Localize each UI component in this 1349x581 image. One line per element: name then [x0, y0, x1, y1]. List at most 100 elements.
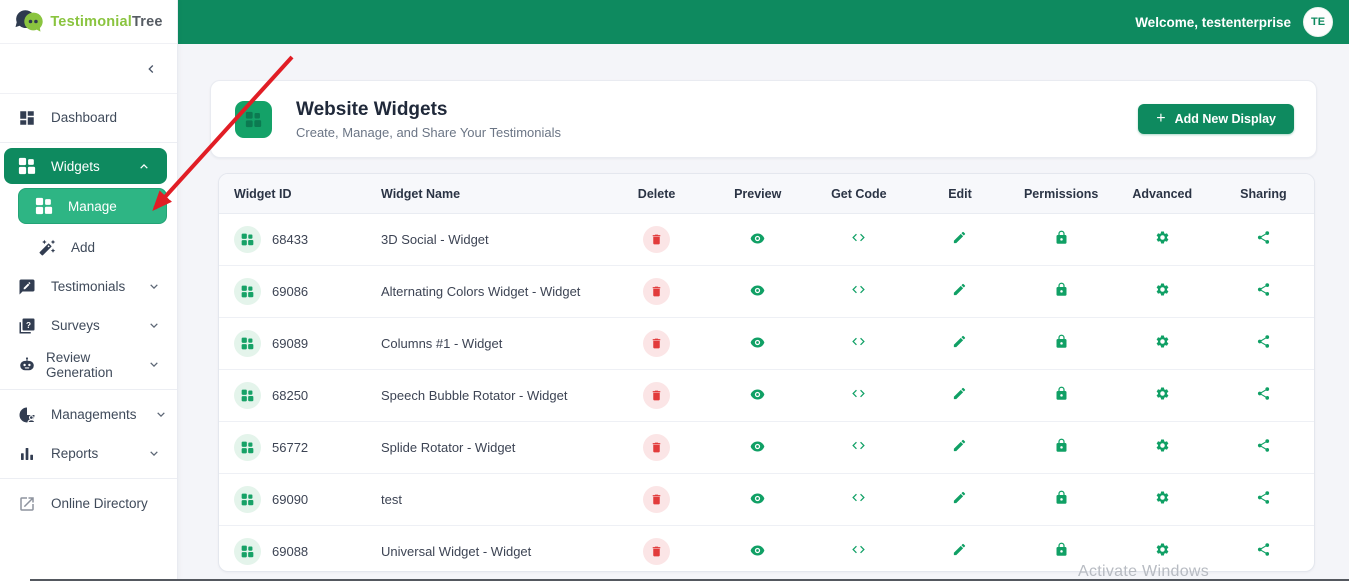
add-new-display-button[interactable]: + Add New Display — [1138, 104, 1294, 134]
sharing-button[interactable] — [1256, 334, 1271, 349]
main-content: Website Widgets Create, Manage, and Shar… — [178, 44, 1349, 581]
sharing-button[interactable] — [1256, 438, 1271, 453]
get-code-button[interactable] — [851, 438, 866, 453]
advanced-button[interactable] — [1155, 230, 1170, 245]
preview-button[interactable] — [750, 389, 765, 400]
widget-name: Columns #1 - Widget — [381, 336, 503, 351]
permissions-button[interactable] — [1054, 438, 1069, 453]
permissions-button[interactable] — [1054, 542, 1069, 557]
delete-button[interactable] — [643, 486, 671, 513]
sharing-button[interactable] — [1256, 282, 1271, 297]
sidebar-nav: Dashboard Widgets Manage Add Testimonial… — [0, 94, 177, 523]
sidebar-item-surveys[interactable]: Surveys — [0, 306, 177, 345]
edit-button[interactable] — [952, 438, 967, 453]
eye-icon — [750, 233, 765, 244]
permissions-button[interactable] — [1054, 334, 1069, 349]
permissions-button[interactable] — [1054, 282, 1069, 297]
widget-icon — [234, 278, 261, 305]
get-code-button[interactable] — [851, 230, 866, 245]
preview-button[interactable] — [750, 337, 765, 348]
eye-icon — [750, 441, 765, 452]
chevron-left-icon[interactable] — [143, 61, 159, 77]
table-row: 69086 Alternating Colors Widget - Widget — [219, 266, 1314, 318]
sidebar-item-testimonials[interactable]: Testimonials — [0, 267, 177, 306]
sharing-button[interactable] — [1256, 542, 1271, 557]
sidebar-item-manage[interactable]: Manage — [18, 188, 167, 224]
advanced-button[interactable] — [1155, 542, 1170, 557]
delete-button[interactable] — [643, 226, 671, 253]
sharing-button[interactable] — [1256, 230, 1271, 245]
column-header-delete: Delete — [637, 186, 676, 201]
advanced-button[interactable] — [1155, 334, 1170, 349]
gear-icon — [1155, 542, 1170, 557]
delete-button[interactable] — [643, 330, 671, 357]
sidebar-item-widgets[interactable]: Widgets — [4, 148, 167, 184]
delete-button[interactable] — [643, 382, 671, 409]
lock-icon — [1054, 282, 1069, 297]
table-row: 68250 Speech Bubble Rotator - Widget — [219, 370, 1314, 422]
edit-button[interactable] — [952, 542, 967, 557]
column-header-get-code: Get Code — [831, 186, 887, 201]
page-header-text: Website Widgets Create, Manage, and Shar… — [296, 98, 561, 140]
trash-icon — [650, 441, 663, 454]
sharing-button[interactable] — [1256, 490, 1271, 505]
column-header-advanced: Advanced — [1132, 186, 1193, 201]
share-icon — [1256, 438, 1271, 453]
get-code-button[interactable] — [851, 542, 866, 557]
sidebar-item-label: Surveys — [51, 318, 100, 333]
gear-icon — [1155, 490, 1170, 505]
permissions-button[interactable] — [1054, 386, 1069, 401]
delete-button[interactable] — [643, 538, 671, 565]
page-title: Website Widgets — [296, 99, 448, 121]
page-header-card: Website Widgets Create, Manage, and Shar… — [210, 80, 1317, 158]
code-icon — [851, 438, 866, 453]
permissions-button[interactable] — [1054, 230, 1069, 245]
column-header-widget-id: Widget ID — [234, 186, 292, 201]
widget-id-cell: 68433 — [219, 226, 366, 253]
sidebar-item-add[interactable]: Add — [0, 228, 177, 267]
advanced-button[interactable] — [1155, 386, 1170, 401]
advanced-button[interactable] — [1155, 490, 1170, 505]
advanced-button[interactable] — [1155, 282, 1170, 297]
sidebar-item-reports[interactable]: Reports — [0, 434, 177, 473]
edit-button[interactable] — [952, 386, 967, 401]
widget-icon — [234, 330, 261, 357]
column-header-permissions: Permissions — [1023, 186, 1099, 201]
user-avatar[interactable]: TE — [1303, 7, 1333, 37]
sidebar-item-review-generation[interactable]: Review Generation — [0, 345, 177, 384]
sidebar-item-online-directory[interactable]: Online Directory — [0, 484, 177, 523]
sidebar-item-label: Widgets — [51, 158, 100, 174]
get-code-button[interactable] — [851, 386, 866, 401]
topbar: Welcome, testenterprise TE — [178, 0, 1349, 44]
preview-button[interactable] — [750, 233, 765, 244]
widget-icon — [234, 382, 261, 409]
edit-button[interactable] — [952, 282, 967, 297]
preview-button[interactable] — [750, 441, 765, 452]
edit-button[interactable] — [952, 334, 967, 349]
edit-button[interactable] — [952, 230, 967, 245]
pencil-icon — [952, 282, 967, 297]
code-icon — [851, 230, 866, 245]
brand-logo[interactable]: TestimonialTree — [0, 0, 177, 44]
widget-id-cell: 69086 — [219, 278, 366, 305]
edit-button[interactable] — [952, 490, 967, 505]
sidebar-item-dashboard[interactable]: Dashboard — [0, 98, 177, 137]
advanced-button[interactable] — [1155, 438, 1170, 453]
widget-name: Splide Rotator - Widget — [381, 440, 516, 455]
eye-icon — [750, 337, 765, 348]
delete-button[interactable] — [643, 278, 671, 305]
permissions-button[interactable] — [1054, 490, 1069, 505]
preview-button[interactable] — [750, 545, 765, 556]
gear-icon — [1155, 386, 1170, 401]
preview-button[interactable] — [750, 493, 765, 504]
trash-icon — [650, 545, 663, 558]
get-code-button[interactable] — [851, 490, 866, 505]
sharing-button[interactable] — [1256, 386, 1271, 401]
get-code-button[interactable] — [851, 282, 866, 297]
preview-button[interactable] — [750, 285, 765, 296]
sidebar-item-managements[interactable]: Managements — [0, 395, 177, 434]
get-code-button[interactable] — [851, 334, 866, 349]
delete-button[interactable] — [643, 434, 671, 461]
pencil-icon — [952, 490, 967, 505]
chevron-down-icon — [145, 446, 163, 461]
